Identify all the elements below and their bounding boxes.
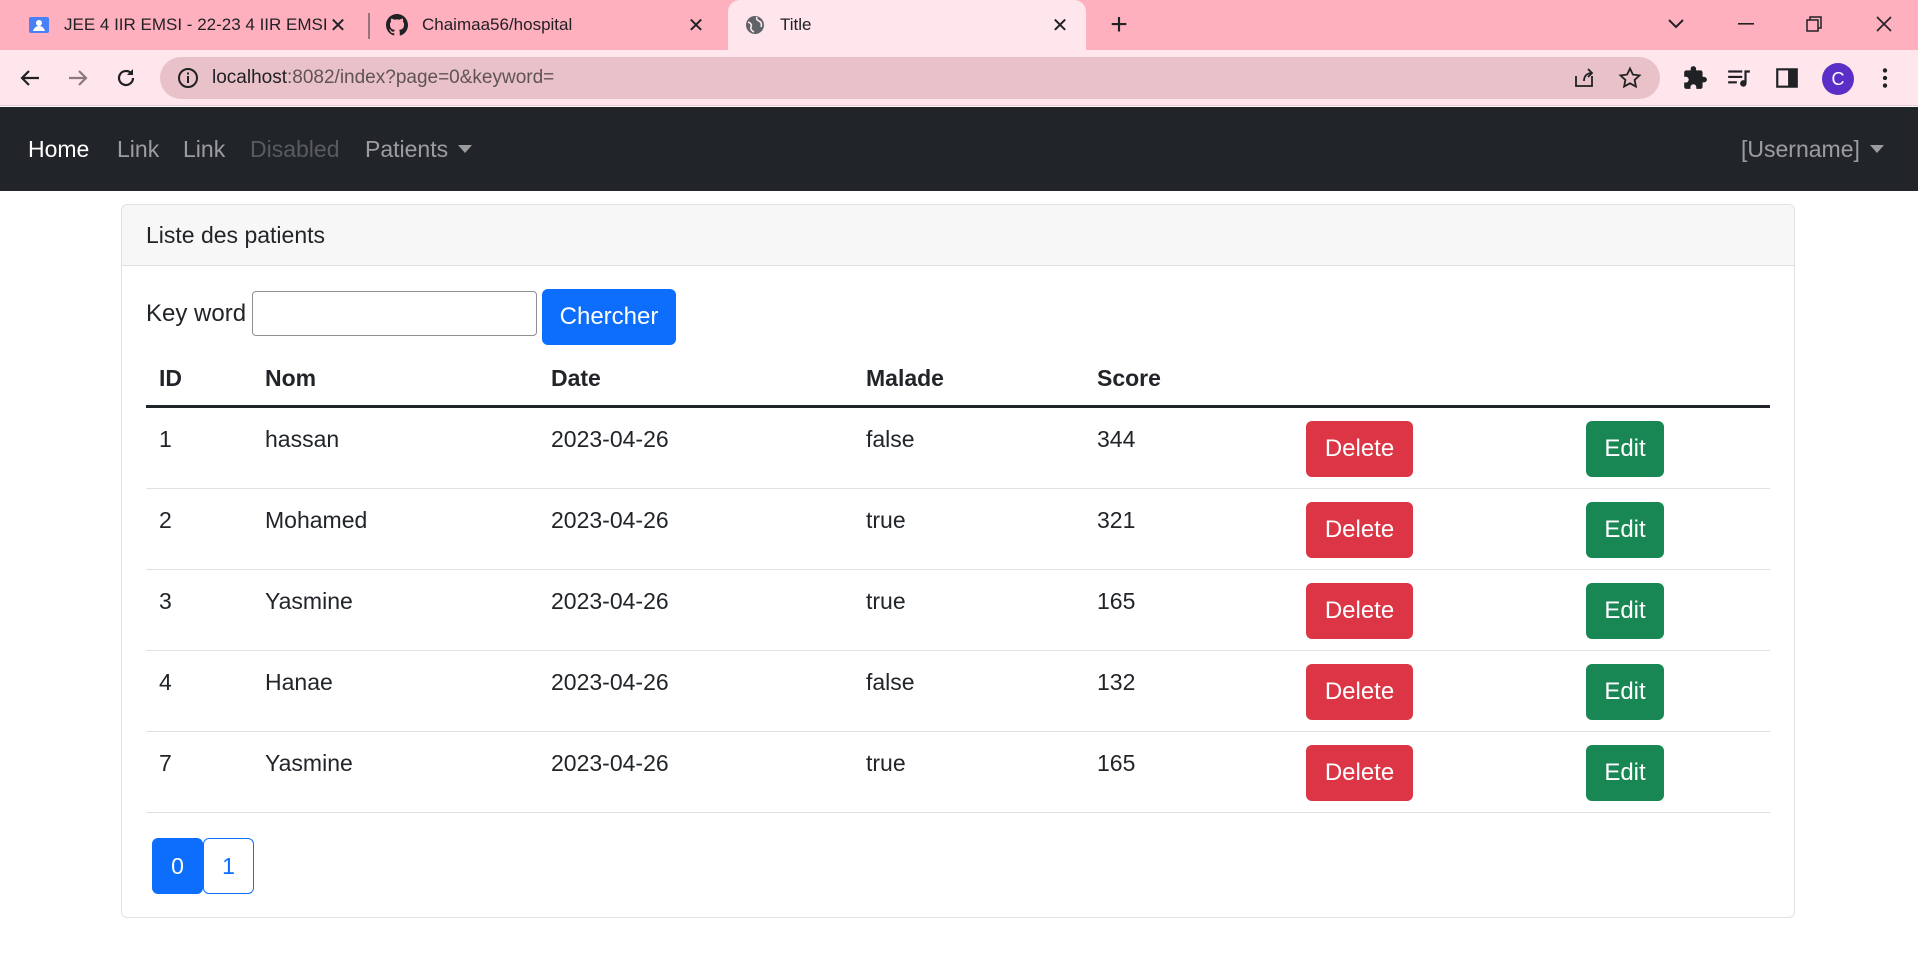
url-host: localhost	[212, 67, 287, 88]
address-bar[interactable]: localhost:8082/index?page=0&keyword=	[160, 57, 1660, 99]
caret-down-icon	[458, 144, 473, 153]
edit-button[interactable]: Edit	[1586, 745, 1664, 801]
tab-title: Chaimaa56/hospital	[422, 15, 573, 34]
cell-malade: true	[866, 507, 906, 533]
cell-nom: Mohamed	[265, 507, 368, 533]
minimize-icon[interactable]	[1726, 8, 1766, 40]
cell-id: 7	[159, 750, 172, 776]
delete-button[interactable]: Delete	[1306, 583, 1413, 639]
media-queue-icon[interactable]	[1726, 65, 1752, 91]
bookmark-star-icon[interactable]	[1618, 66, 1642, 90]
chrome-menu-icon[interactable]	[1872, 65, 1898, 91]
col-header-score: Score	[1097, 365, 1161, 391]
keyword-input[interactable]	[252, 291, 537, 336]
cell-score: 132	[1097, 669, 1136, 695]
close-tab-icon[interactable]: ✕	[1048, 13, 1072, 37]
table-row: 7 Yasmine 2023-04-26 true 165 Delete Edi…	[146, 732, 1770, 813]
side-panel-icon[interactable]	[1774, 65, 1800, 91]
nav-link-1[interactable]: Link	[117, 136, 159, 163]
extensions-puzzle-icon[interactable]	[1682, 65, 1708, 91]
card-header: Liste des patients	[122, 205, 1794, 266]
nav-dropdown-username[interactable]: [Username]	[1741, 136, 1884, 163]
cell-nom: Yasmine	[265, 588, 353, 614]
nav-link-disabled: Disabled	[250, 136, 340, 162]
cell-date: 2023-04-26	[551, 669, 669, 695]
globe-icon	[744, 14, 766, 36]
close-tab-icon[interactable]: ✕	[684, 13, 708, 37]
browser-tab-bar: JEE 4 IIR EMSI - 22-23 4 IIR EMSI ✕ Chai…	[0, 0, 1918, 50]
cell-malade: true	[866, 588, 906, 614]
caret-down-icon	[1869, 144, 1884, 153]
delete-button[interactable]: Delete	[1306, 745, 1413, 801]
username-label: [Username]	[1741, 136, 1860, 162]
col-header-id: ID	[159, 365, 182, 391]
browser-tab-active[interactable]: Title ✕	[728, 0, 1086, 50]
restore-icon[interactable]	[1794, 8, 1834, 40]
col-header-date: Date	[551, 365, 601, 391]
cell-nom: hassan	[265, 426, 340, 452]
delete-button[interactable]: Delete	[1306, 502, 1413, 558]
table-row: 4 Hanae 2023-04-26 false 132 Delete Edit	[146, 651, 1770, 732]
share-icon[interactable]	[1572, 66, 1596, 90]
url-text: localhost:8082/index?page=0&keyword=	[212, 67, 554, 89]
new-tab-icon[interactable]: +	[1104, 8, 1134, 41]
back-arrow-icon[interactable]	[14, 62, 46, 94]
tab-title: JEE 4 IIR EMSI - 22-23 4 IIR EMSI	[64, 15, 328, 34]
cell-score: 165	[1097, 750, 1136, 776]
cell-date: 2023-04-26	[551, 588, 669, 614]
tab-search-icon[interactable]	[1656, 8, 1696, 40]
cell-id: 4	[159, 669, 172, 695]
col-header-malade: Malade	[866, 365, 944, 391]
reload-icon[interactable]	[110, 62, 142, 94]
edit-button[interactable]: Edit	[1586, 583, 1664, 639]
table-row: 2 Mohamed 2023-04-26 true 321 Delete Edi…	[146, 489, 1770, 570]
nav-dropdown-label: Patients	[365, 136, 449, 162]
delete-button[interactable]: Delete	[1306, 421, 1413, 477]
col-header-nom: Nom	[265, 365, 317, 391]
table-row: 1 hassan 2023-04-26 false 344 Delete Edi…	[146, 408, 1770, 489]
github-icon	[386, 14, 408, 36]
cell-malade: false	[866, 669, 915, 695]
cell-score: 321	[1097, 507, 1136, 533]
tab-title: Title	[780, 15, 812, 34]
search-button[interactable]: Chercher	[542, 289, 676, 345]
url-path: :8082/index?page=0&keyword=	[287, 67, 555, 88]
cell-id: 1	[159, 426, 172, 452]
cell-malade: false	[866, 426, 915, 452]
browser-tab-github[interactable]: Chaimaa56/hospital ✕	[372, 0, 722, 50]
app-navbar: Home Link Link Disabled Patients [Userna…	[0, 107, 1918, 191]
cell-nom: Hanae	[265, 669, 333, 695]
browser-tab-classroom[interactable]: JEE 4 IIR EMSI - 22-23 4 IIR EMSI ✕	[14, 0, 364, 50]
table-row: 3 Yasmine 2023-04-26 true 165 Delete Edi…	[146, 570, 1770, 651]
close-tab-icon[interactable]: ✕	[326, 13, 350, 37]
tab-separator	[368, 13, 370, 39]
profile-avatar[interactable]: C	[1822, 63, 1854, 95]
cell-malade: true	[866, 750, 906, 776]
classroom-icon	[28, 14, 50, 36]
nav-link-2[interactable]: Link	[183, 136, 225, 163]
keyword-label: Key word	[146, 300, 247, 327]
cell-id: 3	[159, 588, 172, 614]
page-link-1[interactable]: 1	[203, 838, 254, 894]
browser-toolbar: localhost:8082/index?page=0&keyword=	[0, 50, 1918, 106]
cell-date: 2023-04-26	[551, 750, 669, 776]
edit-button[interactable]: Edit	[1586, 664, 1664, 720]
forward-arrow-icon[interactable]	[62, 62, 94, 94]
cell-id: 2	[159, 507, 172, 533]
nav-link-home[interactable]: Home	[28, 136, 89, 163]
cell-date: 2023-04-26	[551, 507, 669, 533]
edit-button[interactable]: Edit	[1586, 502, 1664, 558]
card-title: Liste des patients	[146, 222, 326, 248]
nav-dropdown-patients[interactable]: Patients	[365, 136, 473, 163]
cell-nom: Yasmine	[265, 750, 353, 776]
patients-card: Liste des patients Key word Chercher ID …	[121, 204, 1795, 918]
delete-button[interactable]: Delete	[1306, 664, 1413, 720]
site-info-icon[interactable]	[176, 66, 200, 90]
cell-score: 165	[1097, 588, 1136, 614]
cell-date: 2023-04-26	[551, 426, 669, 452]
cell-score: 344	[1097, 426, 1136, 452]
close-window-icon[interactable]	[1864, 8, 1904, 40]
page-link-0[interactable]: 0	[152, 838, 203, 894]
edit-button[interactable]: Edit	[1586, 421, 1664, 477]
